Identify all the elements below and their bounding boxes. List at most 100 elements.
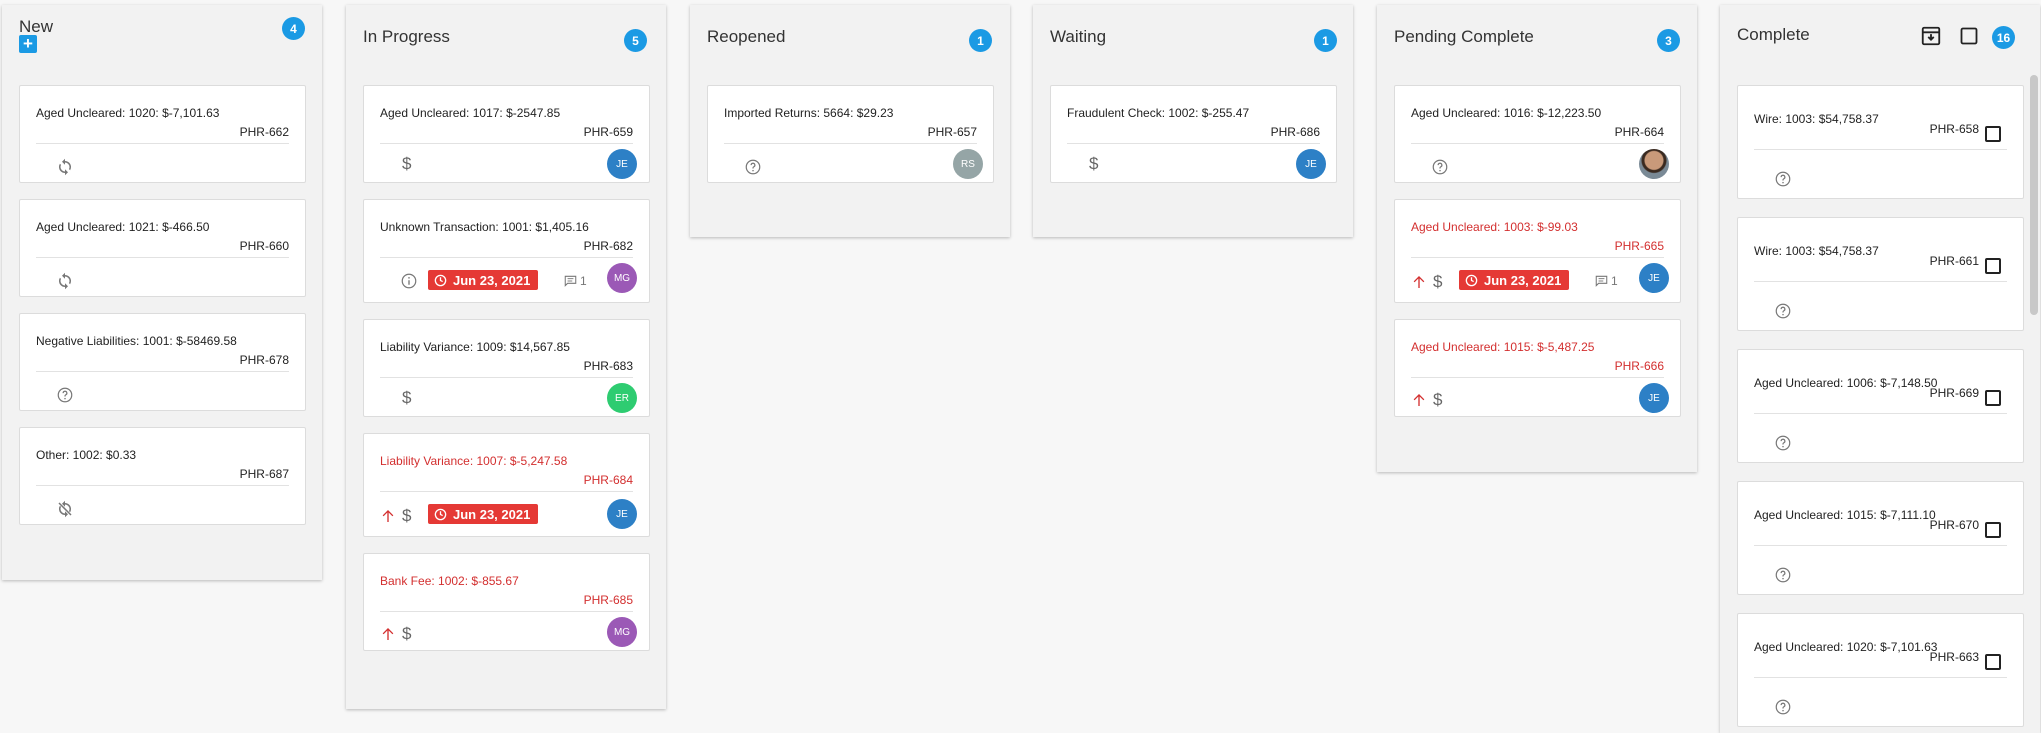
card-title: Negative Liabilities: 1001: $-58469.58 [36,334,237,348]
due-date-text: Jun 23, 2021 [453,272,531,288]
task-card[interactable]: Fraudulent Check: 1002: $-255.47 PHR-686… [1050,85,1337,183]
card-divider [36,485,289,486]
card-title: Aged Uncleared: 1003: $-99.03 [1411,220,1578,234]
card-divider [1411,377,1664,378]
avatar[interactable]: RS [953,149,983,179]
column-header: New 4 + [2,5,322,75]
add-card-button[interactable]: + [19,35,37,53]
task-card[interactable]: Aged Uncleared: 1021: $-466.50 PHR-660 [19,199,306,297]
dollar-icon: $ [402,154,412,173]
card-divider [380,491,633,492]
dollar-icon: $ [402,388,412,407]
comment-count[interactable]: 1 [563,274,587,288]
card-code: PHR-665 [1614,239,1664,253]
task-card[interactable]: Bank Fee: 1002: $-855.67 PHR-685 $ MG [363,553,650,651]
task-card[interactable]: Aged Uncleared: 1016: $-12,223.50 PHR-66… [1394,85,1681,183]
card-title: Unknown Transaction: 1001: $1,405.16 [380,220,589,234]
card-title: Aged Uncleared: 1020: $-7,101.63 [1754,640,1938,654]
avatar[interactable]: MG [607,617,637,647]
avatar[interactable]: JE [607,499,637,529]
task-card[interactable]: Unknown Transaction: 1001: $1,405.16 PHR… [363,199,650,303]
card-divider [1411,257,1664,258]
avatar[interactable]: JE [607,149,637,179]
task-card[interactable]: Imported Returns: 5664: $29.23 PHR-657 R… [707,85,994,183]
card-divider [1067,143,1320,144]
card-divider [1754,677,2007,678]
card-code: PHR-686 [1270,125,1320,139]
comment-count-text: 1 [1611,274,1618,288]
task-card[interactable]: Other: 1002: $0.33 PHR-687 [19,427,306,525]
card-code: PHR-682 [583,239,633,253]
card-code: PHR-683 [583,359,633,373]
task-card[interactable]: Aged Uncleared: 1015: $-5,487.25 PHR-666… [1394,319,1681,417]
card-title: Aged Uncleared: 1020: $-7,101.63 [36,106,220,120]
task-card[interactable]: Aged Uncleared: 1015: $-7,111.10 PHR-670 [1737,481,2024,595]
card-title: Aged Uncleared: 1021: $-466.50 [36,220,210,234]
avatar[interactable]: MG [607,263,637,293]
comment-icon [564,275,577,287]
card-code: PHR-658 [1929,122,1979,136]
dollar-icon: $ [1433,272,1443,291]
column-in-progress: In Progress 5 Aged Uncleared: 1017: $-25… [346,5,666,709]
clock-icon [434,274,447,286]
card-title: Imported Returns: 5664: $29.23 [724,106,894,120]
task-card[interactable]: Wire: 1003: $54,758.37 PHR-661 [1737,217,2024,331]
card-code: PHR-663 [1929,650,1979,664]
help-icon [56,386,74,404]
select-checkbox[interactable] [1985,390,2001,406]
task-card[interactable]: Aged Uncleared: 1003: $-99.03 PHR-665 $ … [1394,199,1681,303]
column-reopened: Reopened 1 Imported Returns: 5664: $29.2… [690,5,1010,237]
count-badge: 16 [1992,26,2015,49]
task-card[interactable]: Wire: 1003: $54,758.37 PHR-658 [1737,85,2024,199]
select-checkbox[interactable] [1985,258,2001,274]
comment-count[interactable]: 1 [1594,274,1618,288]
card-divider [380,257,633,258]
help-icon [744,158,762,176]
card-code: PHR-661 [1929,254,1979,268]
count-badge: 3 [1657,29,1680,52]
card-title: Aged Uncleared: 1016: $-12,223.50 [1411,106,1602,120]
column-scrollbar[interactable] [2030,75,2038,315]
avatar[interactable]: JE [1639,263,1669,293]
column-header: Waiting 1 [1033,5,1353,75]
help-icon [1431,158,1449,176]
card-code: PHR-660 [239,239,289,253]
task-card[interactable]: Aged Uncleared: 1020: $-7,101.63 PHR-663 [1737,613,2024,727]
card-title: Wire: 1003: $54,758.37 [1754,244,1879,258]
column-title: Reopened [707,27,786,46]
clock-icon [434,508,447,520]
help-icon [1774,302,1792,320]
select-checkbox[interactable] [1985,126,2001,142]
avatar[interactable]: JE [1296,149,1326,179]
help-icon [1774,566,1792,584]
column-header: Pending Complete 3 [1377,5,1697,75]
card-title: Liability Variance: 1009: $14,567.85 [380,340,570,354]
card-title: Aged Uncleared: 1017: $-2547.85 [380,106,561,120]
dollar-icon: $ [1433,390,1443,409]
task-card[interactable]: Aged Uncleared: 1006: $-7,148.50 PHR-669 [1737,349,2024,463]
select-checkbox[interactable] [1985,522,2001,538]
select-all-checkbox[interactable] [1960,27,1978,45]
task-card[interactable]: Aged Uncleared: 1017: $-2547.85 PHR-659 … [363,85,650,183]
task-card[interactable]: Liability Variance: 1007: $-5,247.58 PHR… [363,433,650,537]
card-title: Bank Fee: 1002: $-855.67 [380,574,519,588]
task-card[interactable]: Liability Variance: 1009: $14,567.85 PHR… [363,319,650,417]
help-icon [1774,434,1792,452]
due-date-text: Jun 23, 2021 [1484,272,1562,288]
task-card[interactable]: Negative Liabilities: 1001: $-58469.58 P… [19,313,306,411]
avatar[interactable]: JE [1639,383,1669,413]
column-title: Waiting [1050,27,1107,46]
clock-icon [1465,274,1478,286]
arrow-up-icon [1411,392,1427,408]
avatar[interactable]: ER [607,383,637,413]
select-checkbox[interactable] [1985,654,2001,670]
card-divider [1754,149,2007,150]
column-header: Reopened 1 [690,5,1010,75]
card-code: PHR-657 [927,125,977,139]
task-card[interactable]: Aged Uncleared: 1020: $-7,101.63 PHR-662 [19,85,306,183]
card-divider [1754,545,2007,546]
count-badge: 1 [1314,29,1337,52]
archive-icon[interactable] [1920,25,1942,47]
card-divider [36,143,289,144]
avatar[interactable] [1639,149,1669,179]
